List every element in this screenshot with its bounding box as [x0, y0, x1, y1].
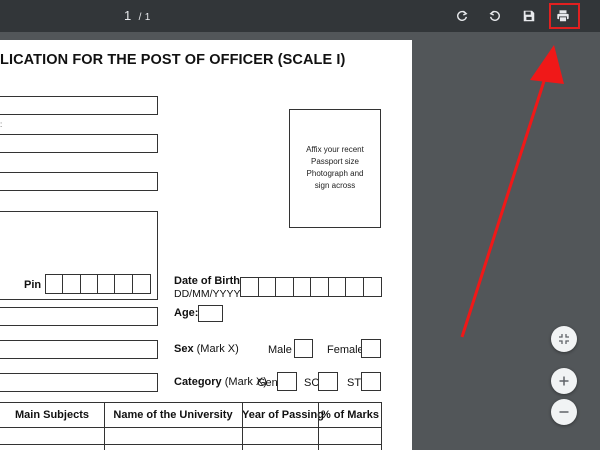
header-percent-marks: % of Marks	[320, 409, 380, 421]
age-label: Age:	[174, 307, 199, 319]
dob-cell[interactable]	[294, 278, 311, 296]
mother-name-field[interactable]	[0, 172, 158, 191]
father-name-field[interactable]	[0, 134, 158, 153]
dob-cells[interactable]	[240, 277, 382, 297]
table-divider	[242, 402, 243, 450]
fit-page-icon	[559, 334, 569, 344]
zoom-out-button[interactable]	[551, 399, 577, 425]
rotate-counterclockwise-button[interactable]	[485, 6, 505, 26]
pin-code-cells[interactable]	[45, 274, 151, 294]
field-row-8[interactable]	[0, 373, 158, 392]
sc-checkbox[interactable]	[318, 372, 338, 391]
female-checkbox[interactable]	[361, 339, 381, 358]
dob-cell[interactable]	[311, 278, 329, 296]
dob-cell[interactable]	[364, 278, 381, 296]
field-row-6[interactable]	[0, 307, 158, 326]
photo-instructions: Affix your recent Passport size Photogra…	[306, 145, 364, 190]
print-button-highlight	[549, 3, 580, 29]
pin-cell[interactable]	[133, 275, 150, 293]
pin-cell[interactable]	[115, 275, 133, 293]
dob-cell[interactable]	[329, 278, 346, 296]
header-year-of-passing: Year of Passing	[242, 409, 324, 421]
header-university: Name of the University	[113, 409, 233, 421]
sex-label: Sex (Mark X)	[174, 343, 239, 355]
sc-label: SC	[304, 377, 320, 389]
table-header-row: Main Subjects Name of the University Yea…	[0, 402, 382, 428]
gen-checkbox[interactable]	[277, 372, 297, 391]
save-icon	[523, 10, 535, 22]
table-divider	[318, 402, 319, 450]
dob-cell[interactable]	[346, 278, 364, 296]
dob-cell[interactable]	[276, 278, 294, 296]
fit-page-button[interactable]	[551, 326, 577, 352]
pin-cell[interactable]	[46, 275, 64, 293]
category-label-text: Category	[174, 376, 222, 388]
male-label: Male	[268, 344, 292, 356]
photo-box: Affix your recent Passport size Photogra…	[289, 109, 381, 228]
form-title: LICATION FOR THE POST OF OFFICER (SCALE …	[0, 52, 346, 68]
current-page-number[interactable]: 1	[124, 8, 131, 23]
st-label: ST	[347, 377, 362, 389]
table-divider	[104, 402, 105, 450]
age-field[interactable]	[198, 305, 223, 322]
pdf-page: LICATION FOR THE POST OF OFFICER (SCALE …	[0, 40, 412, 450]
pin-cell[interactable]	[98, 275, 116, 293]
page-separator: /	[138, 12, 142, 23]
pin-cell[interactable]	[63, 275, 81, 293]
dob-label: Date of Birth	[174, 275, 240, 287]
arrow-head	[530, 45, 564, 84]
dob-cell[interactable]	[241, 278, 259, 296]
gen-label: Gen	[257, 377, 278, 389]
pin-label: Pin	[24, 279, 42, 291]
save-button[interactable]	[519, 6, 539, 26]
pin-cell[interactable]	[81, 275, 98, 293]
dob-cell[interactable]	[259, 278, 276, 296]
sex-hint: (Mark X)	[196, 343, 239, 355]
zoom-in-icon	[559, 376, 569, 386]
pdf-toolbar: 1 / 1	[0, 0, 600, 32]
zoom-out-icon	[559, 411, 569, 413]
female-label: Female	[327, 344, 364, 356]
page-indicator: 1 / 1	[124, 8, 150, 23]
field-row-7[interactable]	[0, 340, 158, 359]
arrow-shaft	[460, 77, 547, 338]
dob-format-label: DD/MM/YYYY	[174, 288, 241, 300]
stray-mark: :	[0, 120, 3, 129]
male-checkbox[interactable]	[294, 339, 313, 358]
table-divider	[381, 402, 382, 450]
name-field[interactable]	[0, 96, 158, 115]
table-row	[0, 444, 382, 445]
category-label: Category (Mark X)	[174, 376, 267, 388]
header-main-subjects: Main Subjects	[15, 409, 89, 421]
st-checkbox[interactable]	[361, 372, 381, 391]
total-pages: 1	[144, 12, 151, 23]
rotate-counterclockwise-icon	[489, 10, 500, 21]
zoom-in-button[interactable]	[551, 368, 577, 394]
rotate-clockwise-icon	[457, 10, 468, 21]
rotate-clockwise-button[interactable]	[452, 6, 472, 26]
sex-label-text: Sex	[174, 343, 194, 355]
